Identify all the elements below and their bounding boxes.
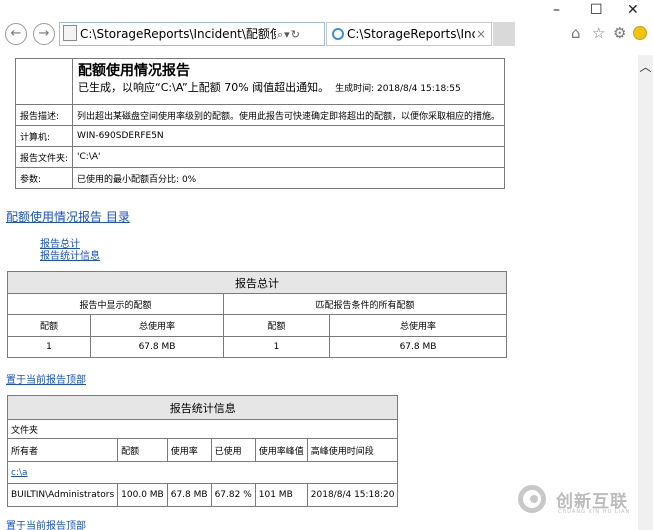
address-bar[interactable]: C:\StorageReports\Incident\配额使用情况⌕▾↻	[59, 22, 325, 46]
report-content: 配额使用情况报告 已生成，以响应“C:\A”上配额 70% 阈值超出通知。 生成时…	[0, 55, 638, 530]
summary-col-quota-all: 配额	[223, 314, 330, 337]
back-arrow-icon: ←	[10, 26, 22, 41]
tab-close-icon[interactable]: ×	[476, 23, 486, 45]
stats-col-used: 已使用	[210, 438, 256, 462]
info-value-description: 列出超出某磁盘空间使用率级别的配额。使用此报告可快速确定即将超出的配额，以便你采…	[72, 104, 506, 126]
summary-cell: 67.8 MB	[90, 336, 224, 358]
stats-cell: 101 MB	[254, 483, 308, 507]
new-tab-button[interactable]	[493, 22, 515, 46]
search-icon[interactable]: ⌕	[277, 24, 283, 45]
summary-title: 报告总计	[7, 271, 507, 294]
gear-icon[interactable]: ⚙	[613, 24, 626, 42]
info-label-parameters: 参数:	[14, 167, 74, 189]
report-header-cell: 配额使用情况报告 已生成，以响应“C:\A”上配额 70% 阈值超出通知。 生成时…	[72, 58, 506, 105]
stats-cell: 2018/8/4 15:18:20	[306, 483, 399, 507]
back-button[interactable]: ←	[5, 23, 27, 45]
stats-col-usage: 使用率	[166, 438, 212, 462]
address-text[interactable]: C:\StorageReports\Incident\配额使用情况	[80, 23, 276, 45]
scroll-up-icon[interactable]: ︿	[638, 58, 653, 75]
statistics-group-label: 文件夹	[6, 419, 399, 439]
stats-cell: 67.82 %	[210, 483, 256, 507]
stats-col-owner: 所有者	[6, 438, 119, 462]
summary-group-all: 匹配报告条件的所有配额	[223, 293, 507, 315]
summary-group-shown: 报告中显示的配额	[7, 293, 224, 315]
summary-col-total-usage: 总使用率	[90, 314, 224, 337]
report-subtitle: 已生成，以响应“C:\A”上配额 70% 阈值超出通知。	[78, 81, 330, 94]
summary-col-total-usage-all: 总使用率	[329, 314, 507, 337]
back-to-top-link-bottom[interactable]: 置于当前报告顶部	[6, 517, 86, 530]
stats-col-peak-usage: 使用率峰值	[254, 438, 308, 462]
summary-table: 报告总计 报告中显示的配额 匹配报告条件的所有配额 配额 总使用率 配额 总使用…	[7, 271, 507, 358]
feedback-smiley-icon[interactable]	[633, 26, 647, 40]
summary-cell: 67.8 MB	[329, 336, 507, 358]
folder-row: c:\a	[6, 461, 399, 484]
forward-arrow-icon: →	[38, 26, 50, 41]
toc-link-statistics[interactable]: 报告统计信息	[40, 247, 100, 262]
page-icon	[63, 25, 77, 41]
info-value-folder: 'C:\A'	[72, 146, 506, 168]
generated-time: 生成时间: 2018/8/4 15:18:55	[335, 84, 461, 94]
summary-col-quota: 配额	[7, 314, 91, 337]
statistics-table: 报告统计信息 文件夹 所有者 配额 使用率 已使用 使用率峰值 高峰使用时间段 …	[6, 395, 399, 507]
report-title: 配额使用情况报告	[78, 63, 191, 79]
tab-report[interactable]: C:\StorageReports\Incid... ×	[326, 22, 492, 46]
ie-icon	[332, 28, 344, 40]
stats-cell: 67.8 MB	[166, 483, 212, 507]
favorites-star-icon[interactable]: ☆	[592, 24, 605, 42]
toc-title-link[interactable]: 配额使用情况报告 目录	[6, 208, 130, 225]
info-label-description: 报告描述:	[14, 104, 74, 126]
close-button[interactable]: ✕	[627, 2, 639, 18]
info-header-blank	[14, 58, 74, 105]
browser-chrome: ← → C:\StorageReports\Incident\配额使用情况⌕▾↻…	[0, 0, 653, 55]
stats-cell: 100.0 MB	[117, 483, 168, 507]
watermark-subtext: CHUANG XIN HU LIAN	[558, 509, 631, 515]
tab-title: C:\StorageReports\Incid...	[347, 27, 475, 41]
info-label-folder: 报告文件夹:	[14, 146, 74, 168]
watermark-logo: 创新互联 CHUANG XIN HU LIAN	[506, 476, 638, 530]
summary-cell: 1	[7, 336, 91, 358]
info-value-computer: WIN-690SDERFE5N	[72, 125, 506, 147]
info-label-computer: 计算机:	[14, 125, 74, 147]
stats-col-peak-time: 高峰使用时间段	[306, 438, 399, 462]
info-value-parameters: 已使用的最小配额百分比: 0%	[72, 167, 506, 189]
refresh-icon[interactable]: ↻	[291, 24, 300, 45]
dropdown-icon[interactable]: ▾	[284, 24, 290, 45]
vertical-scrollbar[interactable]: ︿	[638, 55, 653, 530]
summary-cell: 1	[223, 336, 330, 358]
watermark-logo-icon	[518, 485, 546, 513]
back-to-top-link[interactable]: 置于当前报告顶部	[6, 371, 86, 386]
folder-link[interactable]: c:\a	[11, 468, 28, 478]
forward-button[interactable]: →	[33, 23, 55, 45]
home-icon[interactable]: ⌂	[571, 24, 581, 42]
maximize-button[interactable]: ☐	[590, 2, 603, 18]
statistics-title: 报告统计信息	[6, 395, 399, 420]
stats-col-quota: 配额	[117, 438, 168, 462]
stats-cell: BUILTIN\Administrators	[6, 483, 119, 507]
report-info-table: 配额使用情况报告 已生成，以响应“C:\A”上配额 70% 阈值超出通知。 生成时…	[14, 58, 506, 189]
minimize-button[interactable]: –	[553, 2, 560, 18]
